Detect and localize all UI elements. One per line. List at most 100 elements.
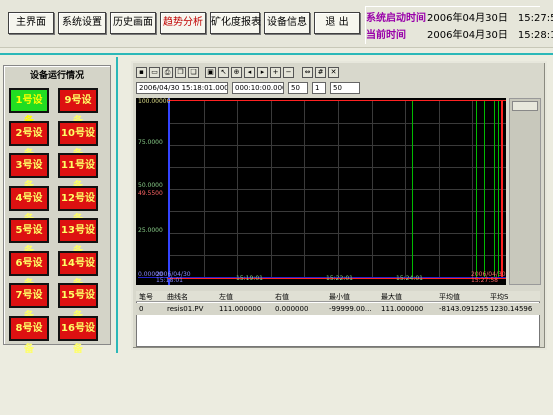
table-header-cell[interactable]: 右值 — [275, 292, 327, 302]
pan-left-icon[interactable]: ◂ — [244, 67, 255, 78]
x-tick-label: 15:22:01 — [326, 275, 353, 282]
zoom-out-icon[interactable]: − — [283, 67, 294, 78]
y-tick-label: 49.5500 — [138, 190, 163, 197]
table-cell: 0.000000 — [275, 305, 309, 313]
device-button[interactable]: 11号设备 — [58, 153, 98, 192]
device-button[interactable]: 3号设备 — [9, 153, 49, 192]
device-button[interactable]: 7号设备 — [9, 283, 49, 322]
table-cell: -8143.091255 — [439, 305, 489, 313]
grid-icon[interactable]: # — [315, 67, 326, 78]
table-header-cell[interactable]: 平均值 — [439, 292, 489, 302]
trend-panel: ▪ ▭ ⎙ ❐ ❏ ▣ ↖ ⊕ ◂ ▸ + − ⇔ # ✕ 2006/04/30 15:18:01.000 … — [131, 61, 547, 350]
current-time-value: 2006年04月30日 15:28:12 — [427, 30, 553, 41]
x-tick-label: 2006/04/30 15:27:58 — [471, 271, 506, 284]
save-icon[interactable]: ▪ — [136, 67, 147, 78]
table-cell: 1230.14596 — [490, 305, 533, 313]
device-button[interactable]: 8号设备 — [9, 315, 49, 355]
grid-line — [170, 211, 506, 212]
device-button[interactable]: 4号设备 — [9, 185, 49, 225]
x-tick-label: 15:19:01 — [236, 275, 263, 282]
current-time-row: 当前时间 2006年04月30日 15:28:12 — [366, 28, 553, 44]
grid-line — [170, 233, 506, 234]
grid-line — [170, 145, 506, 146]
upper-limit-line — [168, 100, 506, 101]
table-header-cell[interactable]: 最大值 — [381, 292, 437, 302]
x-axis-line — [138, 277, 506, 278]
table-header-cell[interactable]: 曲线名 — [167, 292, 217, 302]
cross-icon[interactable]: ✕ — [328, 67, 339, 78]
table-cell: resis01.PV — [167, 305, 204, 313]
device-status-panel: 设备运行情况 1号设备9号设备2号设备10号设备3号设备11号设备4号设备12号… — [3, 65, 111, 355]
y-axis-line — [168, 98, 170, 285]
nav-exit-button[interactable]: 退 出 — [314, 12, 360, 34]
top-bar: 主界面 系统设置 历史画面 趋势分析 矿化度报表 设备信息 退 出 系统启动时间… — [0, 0, 553, 48]
trend-plot[interactable]: 100.00000 75.0000 50.0000 49.5500 25.000… — [136, 98, 506, 285]
y-tick-label: 100.00000 — [138, 98, 171, 105]
nav-report-button[interactable]: 矿化度报表 — [210, 12, 261, 34]
divider-horizontal — [0, 53, 553, 55]
grid-line — [170, 255, 506, 256]
points-select[interactable]: 50 — [330, 82, 360, 94]
trace-segment — [484, 101, 485, 277]
start-time-value: 2006年04月30日 15:27:58 — [427, 13, 553, 24]
cursor-line[interactable] — [501, 101, 503, 277]
scroll-thumb[interactable] — [512, 101, 538, 111]
divider-vertical — [116, 57, 118, 353]
nav-system-settings-button[interactable]: 系统设置 — [58, 12, 106, 34]
device-button[interactable]: 10号设备 — [58, 120, 98, 160]
open-icon[interactable]: ▭ — [149, 67, 160, 78]
table-cell: -99999.00... — [329, 305, 372, 313]
print-icon[interactable]: ⎙ — [162, 67, 173, 78]
trace-segment — [412, 101, 413, 277]
table-header-cell[interactable]: 左值 — [219, 292, 273, 302]
duration-input[interactable]: 000:10:00.000 — [232, 82, 284, 94]
start-time-input[interactable]: 2006/04/30 15:18:01.000 — [136, 82, 228, 94]
cursor-icon[interactable]: ↖ — [218, 67, 229, 78]
device-button[interactable]: 14号设备 — [58, 250, 98, 290]
y-tick-label: 50.0000 — [138, 182, 163, 189]
grid-line — [170, 189, 506, 190]
table-header-cell[interactable]: 平均S — [490, 292, 540, 302]
current-time-label: 当前时间 — [366, 30, 406, 41]
device-button[interactable]: 16号设备 — [58, 315, 98, 355]
device-button[interactable]: 9号设备 — [58, 88, 98, 127]
pan-right-icon[interactable]: ▸ — [257, 67, 268, 78]
nav-main-button[interactable]: 主界面 — [8, 12, 54, 34]
table-cell: 0 — [139, 305, 144, 313]
y-tick-label: 25.0000 — [138, 227, 163, 234]
zoom-in-icon[interactable]: + — [270, 67, 281, 78]
nav-device-info-button[interactable]: 设备信息 — [264, 12, 310, 34]
device-button[interactable]: 15号设备 — [58, 283, 98, 322]
zoom-icon[interactable]: ⊕ — [231, 67, 242, 78]
step-input[interactable]: 1 — [312, 82, 326, 94]
trace-segment — [498, 101, 499, 277]
device-button[interactable]: 1号设备 — [9, 88, 49, 127]
scada-window: 主界面 系统设置 历史画面 趋势分析 矿化度报表 设备信息 退 出 系统启动时间… — [0, 0, 553, 415]
nav-trend-button[interactable]: 趋势分析 — [160, 12, 206, 34]
device-button[interactable]: 2号设备 — [9, 120, 49, 160]
device-button[interactable]: 12号设备 — [58, 185, 98, 225]
trace-segment — [494, 101, 495, 277]
x-tick-label: 15:24:01 — [396, 275, 423, 282]
lock-icon[interactable]: ▣ — [205, 67, 216, 78]
interval-input[interactable]: 50 — [288, 82, 308, 94]
fit-icon[interactable]: ⇔ — [302, 67, 313, 78]
device-button[interactable]: 6号设备 — [9, 250, 49, 290]
clock-panel: 系统启动时间 2006年04月30日 15:27:58 当前时间 2006年04… — [365, 6, 553, 44]
start-time-row: 系统启动时间 2006年04月30日 15:27:58 — [366, 11, 553, 27]
y-tick-label: 75.0000 — [138, 139, 163, 146]
table-cell: 111.000000 — [381, 305, 424, 313]
nav-history-button[interactable]: 历史画面 — [110, 12, 156, 34]
table-header-cell[interactable]: 笔号 — [139, 292, 165, 302]
paste-icon[interactable]: ❏ — [188, 67, 199, 78]
start-time-label: 系统启动时间 — [366, 13, 426, 24]
table-header-cell[interactable]: 最小值 — [329, 292, 379, 302]
table-cell: 111.000000 — [219, 305, 262, 313]
device-status-title: 设备运行情况 — [29, 71, 84, 81]
device-button[interactable]: 5号设备 — [9, 218, 49, 257]
side-scroll-panel[interactable] — [509, 98, 541, 285]
trace-segment — [476, 101, 477, 277]
device-button[interactable]: 13号设备 — [58, 218, 98, 257]
grid-line — [170, 167, 506, 168]
copy-icon[interactable]: ❐ — [175, 67, 186, 78]
